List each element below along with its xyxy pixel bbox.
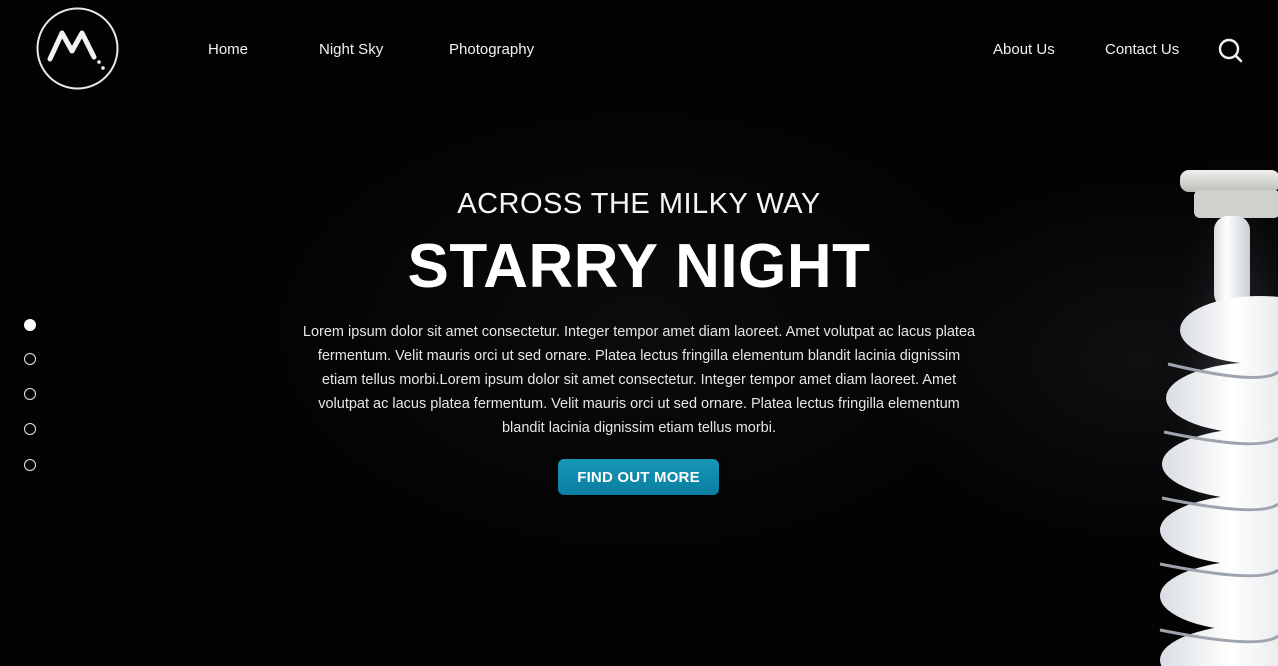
find-out-more-button[interactable]: FIND OUT MORE bbox=[558, 459, 719, 495]
search-icon bbox=[1218, 38, 1243, 63]
site-logo[interactable] bbox=[36, 7, 119, 90]
hero-title: STARRY NIGHT bbox=[407, 232, 871, 301]
nav-home[interactable]: Home bbox=[208, 41, 248, 59]
hero-subtitle: ACROSS THE MILKY WAY bbox=[457, 188, 821, 220]
hero-page: Home Night Sky Photography About Us Cont… bbox=[0, 0, 1278, 666]
slide-dot-2[interactable] bbox=[24, 353, 36, 365]
slide-dot-4[interactable] bbox=[24, 423, 36, 435]
spiral-lamp-image bbox=[1150, 160, 1278, 666]
nav-photography[interactable]: Photography bbox=[449, 41, 534, 59]
nav-about-us[interactable]: About Us bbox=[993, 41, 1055, 59]
search-button[interactable] bbox=[1216, 36, 1246, 66]
nav-night-sky[interactable]: Night Sky bbox=[319, 41, 383, 59]
slide-indicator bbox=[22, 317, 38, 477]
lamp-illustration bbox=[1150, 160, 1278, 666]
hero-description: Lorem ipsum dolor sit amet consectetur. … bbox=[302, 324, 976, 436]
slide-dot-1[interactable] bbox=[24, 319, 36, 331]
logo-mountain-icon bbox=[36, 7, 119, 90]
slide-dot-3[interactable] bbox=[24, 388, 36, 400]
nav-contact-us[interactable]: Contact Us bbox=[1105, 41, 1179, 59]
slide-dot-5[interactable] bbox=[24, 459, 36, 471]
